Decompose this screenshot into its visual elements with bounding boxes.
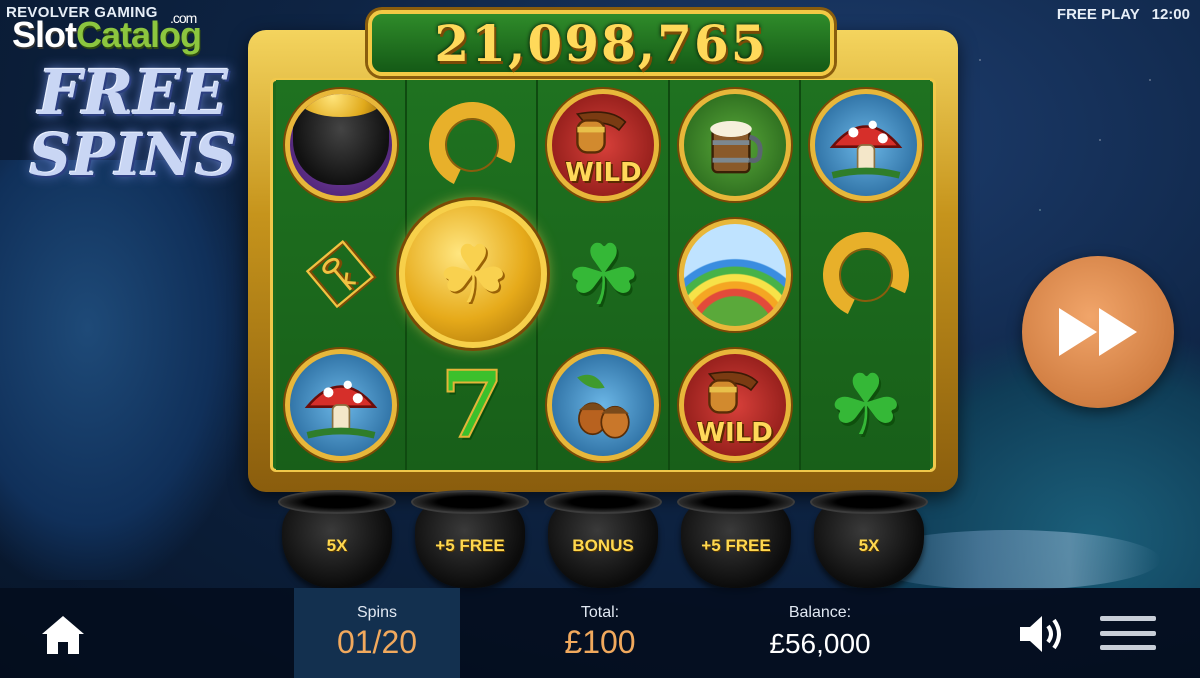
sound-button[interactable] bbox=[1016, 612, 1068, 656]
reels: ⚿ ☘ 7 WILD ☘ WILD ☘ bbox=[276, 80, 931, 470]
four-leaf-clover-symbol: ☘ bbox=[828, 358, 904, 452]
fast-forward-icon bbox=[1059, 308, 1137, 356]
bottom-bar: Spins 01/20 Total: £100 Balance: £56,000 bbox=[0, 588, 1200, 678]
home-button[interactable] bbox=[40, 614, 86, 656]
pipe-wild-symbol: WILD bbox=[544, 86, 662, 204]
win-amount-display: 21,098,765 bbox=[368, 10, 834, 76]
mushroom-symbol bbox=[282, 346, 400, 464]
bonus-pot: +5 FREE bbox=[409, 488, 531, 588]
watermark-logo: SlotCatalog .com bbox=[12, 10, 202, 55]
bonus-pots: 5X +5 FREE BONUS +5 FREE 5X bbox=[276, 488, 930, 588]
wild-label: WILD bbox=[696, 418, 773, 448]
balance: Balance: £56,000 bbox=[740, 588, 900, 678]
mushroom-symbol bbox=[807, 86, 925, 204]
total-value: £100 bbox=[564, 624, 636, 660]
clock: 12:00 bbox=[1151, 6, 1190, 23]
golden-key-symbol: ⚿ bbox=[294, 227, 386, 322]
fast-forward-button[interactable] bbox=[1022, 256, 1174, 408]
wild-label: WILD bbox=[565, 158, 642, 188]
balance-value: £56,000 bbox=[769, 628, 871, 659]
horseshoe-symbol bbox=[413, 86, 531, 204]
spins-label: Spins bbox=[356, 604, 398, 621]
spins-value: 01/20 bbox=[336, 624, 418, 660]
pipe-wild-symbol: WILD bbox=[676, 346, 794, 464]
free-play-status: FREE PLAY 12:00 bbox=[1057, 6, 1190, 23]
reel-4: WILD bbox=[669, 80, 801, 470]
rainbow-symbol bbox=[676, 216, 794, 334]
four-leaf-clover-symbol: ☘ bbox=[565, 228, 642, 322]
free-spins-title: FREE SPINS bbox=[29, 56, 237, 189]
bonus-pot: 5X bbox=[276, 488, 398, 588]
mode-label: FREE PLAY bbox=[1056, 6, 1140, 23]
total-bet: Total: £100 bbox=[520, 588, 680, 678]
bonus-pot: 5X bbox=[808, 488, 930, 588]
reel-5: ☘ bbox=[800, 80, 931, 470]
balance-label: Balance: bbox=[788, 604, 852, 621]
menu-button[interactable] bbox=[1100, 616, 1156, 650]
bonus-pot: +5 FREE bbox=[675, 488, 797, 588]
horseshoe-symbol bbox=[807, 216, 925, 334]
reel-1: ⚿ bbox=[276, 80, 408, 470]
beer-mug-symbol bbox=[676, 86, 794, 204]
gold-clover-coin-symbol: ☘ bbox=[399, 200, 548, 348]
spins-counter: Spins 01/20 bbox=[294, 588, 460, 678]
bonus-pot: BONUS bbox=[542, 488, 664, 588]
total-label: Total: bbox=[580, 604, 620, 621]
background-tree bbox=[0, 160, 250, 580]
reel-2: ☘ 7 bbox=[399, 80, 548, 470]
sound-icon bbox=[1020, 616, 1061, 652]
home-icon bbox=[42, 616, 84, 654]
pot-of-gold-symbol bbox=[282, 86, 400, 204]
acorns-symbol bbox=[544, 346, 662, 464]
menu-icon bbox=[1100, 616, 1156, 621]
seven-symbol: 7 bbox=[439, 350, 505, 460]
reel-3: WILD ☘ bbox=[538, 80, 670, 470]
